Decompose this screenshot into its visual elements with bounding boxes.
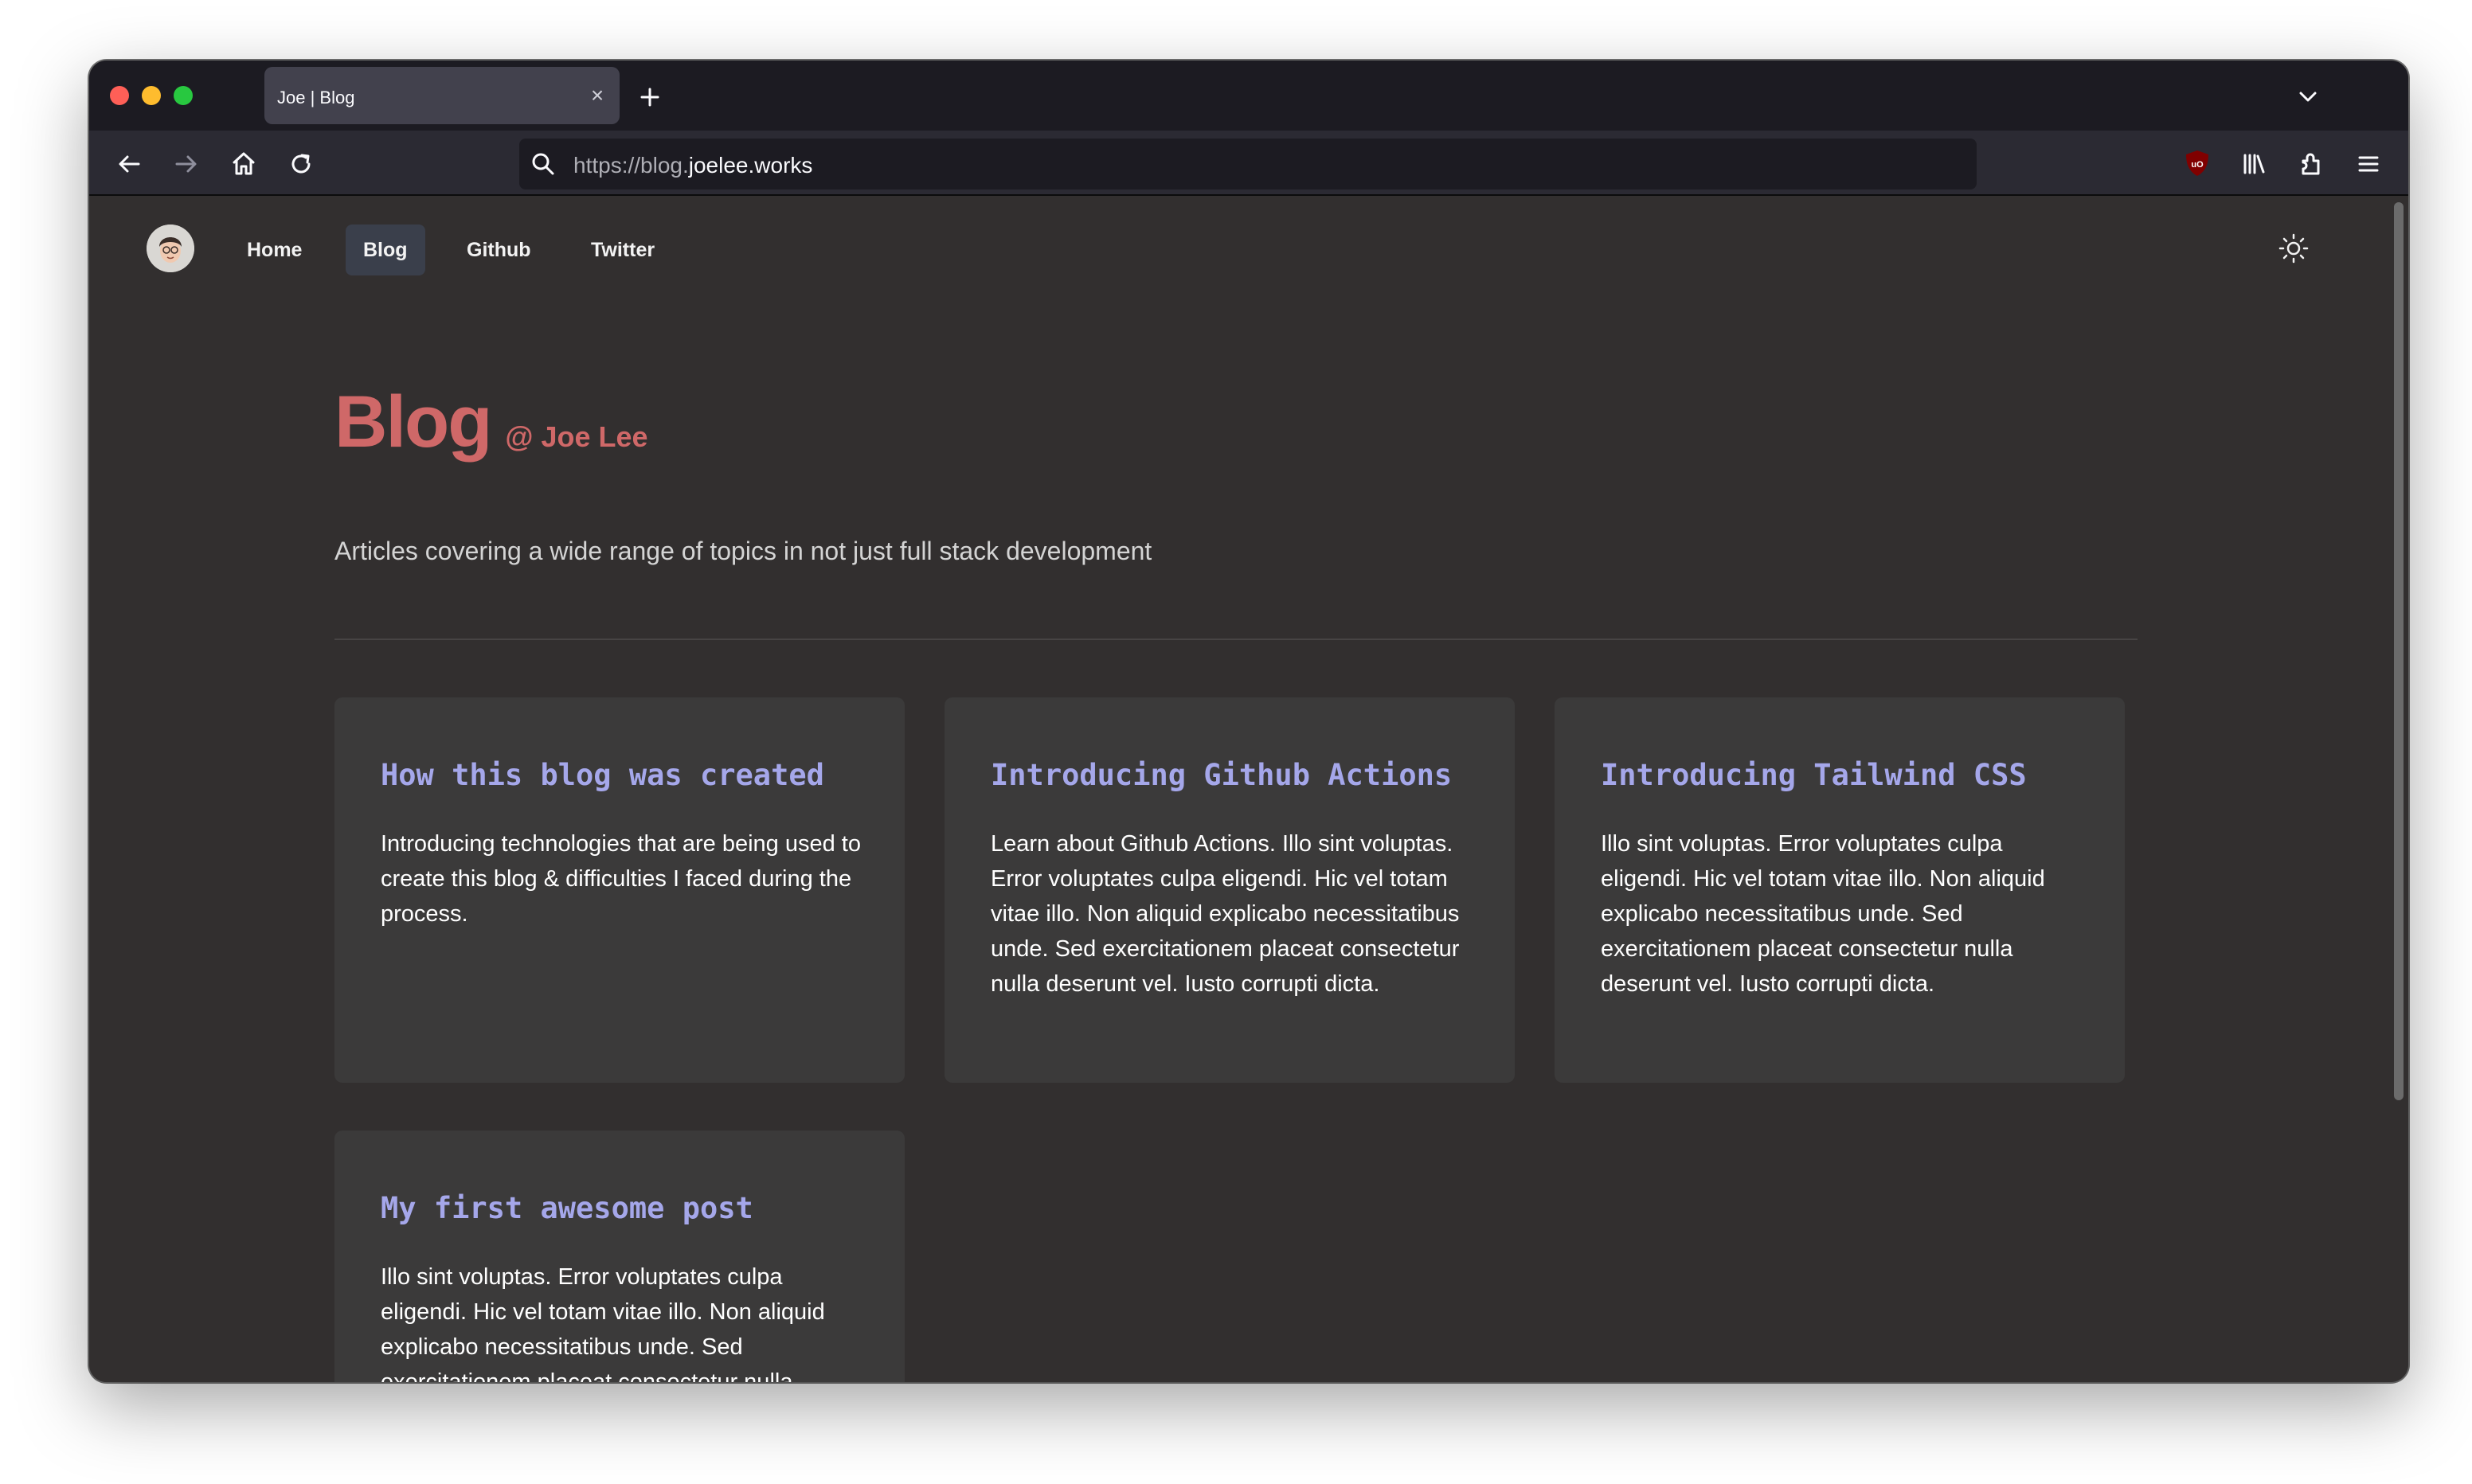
url-domain: joelee.works <box>688 153 813 178</box>
page-content: Home Blog Github Twitter Blog @ Joe Lee A… <box>89 197 2408 1382</box>
nav-link-twitter[interactable]: Twitter <box>573 225 672 275</box>
url-prefix: https://blog. <box>573 153 689 178</box>
address-bar[interactable]: https://blog.joelee.works <box>519 139 1977 189</box>
post-card[interactable]: Introducing Github Actions Learn about G… <box>945 697 1515 1083</box>
post-card[interactable]: How this blog was created Introducing te… <box>334 697 905 1083</box>
page-title: Blog <box>334 381 492 463</box>
nav-link-github[interactable]: Github <box>449 225 549 275</box>
post-summary: Illo sint voluptas. Error voluptates cul… <box>1601 831 2045 997</box>
browser-window: Joe | Blog × https://blog.joelee.works u… <box>89 61 2408 1382</box>
nav-link-blog[interactable]: Blog <box>346 225 425 275</box>
close-window-button[interactable] <box>110 86 129 105</box>
ublock-origin-icon[interactable]: uO <box>2182 148 2212 178</box>
home-icon[interactable] <box>226 146 261 182</box>
page-scrollbar[interactable] <box>2394 202 2404 1100</box>
maximize-window-button[interactable] <box>174 86 193 105</box>
library-icon[interactable] <box>2236 146 2271 182</box>
navigation-toolbar: https://blog.joelee.works uO <box>89 131 2408 196</box>
tab-title: Joe | Blog <box>277 88 355 107</box>
post-card[interactable]: My first awesome post Illo sint voluptas… <box>334 1131 905 1382</box>
post-title[interactable]: My first awesome post <box>381 1191 874 1225</box>
minimize-window-button[interactable] <box>142 86 161 105</box>
menu-icon[interactable] <box>2351 146 2386 182</box>
forward-icon[interactable] <box>169 146 204 182</box>
author-handle: @ Joe Lee <box>505 420 648 453</box>
nav-link-home[interactable]: Home <box>229 225 319 275</box>
page-heading: Blog @ Joe Lee <box>334 381 648 464</box>
post-title[interactable]: Introducing Github Actions <box>991 758 1484 792</box>
page-subtitle: Articles covering a wide range of topics… <box>334 537 1152 565</box>
post-title[interactable]: How this blog was created <box>381 758 874 792</box>
post-summary: Learn about Github Actions. Illo sint vo… <box>991 831 1460 997</box>
tab-strip: Joe | Blog × <box>89 61 2408 131</box>
list-all-tabs-icon[interactable] <box>2292 81 2324 113</box>
extension-badge-text: uO <box>2191 160 2204 170</box>
extensions-icon[interactable] <box>2294 146 2329 182</box>
tab-blog[interactable]: Joe | Blog × <box>264 67 620 124</box>
avatar[interactable] <box>147 225 194 272</box>
search-icon <box>529 150 557 178</box>
post-card[interactable]: Introducing Tailwind CSS Illo sint volup… <box>1555 697 2125 1083</box>
url-text[interactable]: https://blog.joelee.works <box>573 153 812 178</box>
section-divider <box>334 639 2138 640</box>
close-tab-icon[interactable]: × <box>586 84 608 107</box>
post-summary: Introducing technologies that are being … <box>381 831 861 927</box>
post-title[interactable]: Introducing Tailwind CSS <box>1601 758 2095 792</box>
post-summary: Illo sint voluptas. Error voluptates cul… <box>381 1264 825 1382</box>
back-icon[interactable] <box>111 146 147 182</box>
new-tab-icon[interactable] <box>634 81 666 113</box>
reload-icon[interactable] <box>284 146 319 182</box>
theme-toggle-sun-icon[interactable] <box>2274 229 2313 268</box>
